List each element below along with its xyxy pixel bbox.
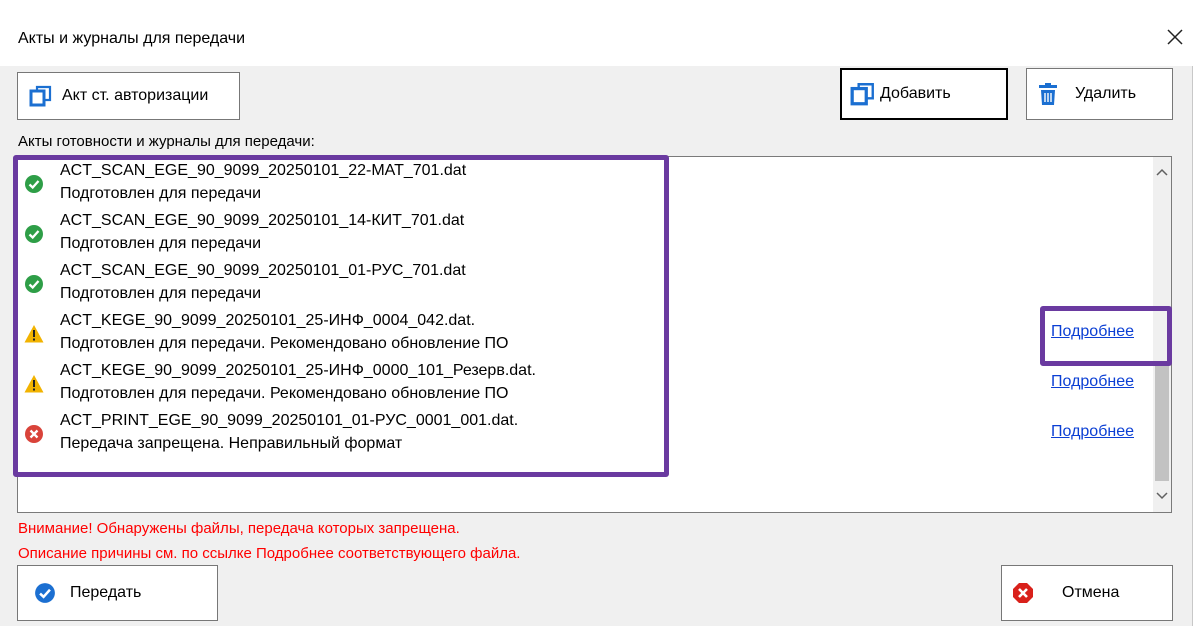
scroll-thumb[interactable] xyxy=(1155,366,1169,481)
file-name: ACT_KEGE_90_9099_20250101_25-ИНФ_0004_04… xyxy=(60,312,476,329)
list-label: Акты готовности и журналы для передачи: xyxy=(18,133,315,150)
dialog-window: Акты и журналы для передачи Акт ст. авто… xyxy=(0,0,1193,626)
list-item[interactable]: ACT_PRINT_EGE_90_9099_20250101_01-РУС_00… xyxy=(20,407,1140,457)
warning-message-line-2: Описание причины см. по ссылке Подробнее… xyxy=(18,545,521,562)
details-link[interactable]: Подробнее xyxy=(1051,323,1134,341)
send-label: Передать xyxy=(70,584,142,601)
file-status: Подготовлен для передачи. Рекомендовано … xyxy=(60,385,509,402)
window-title: Акты и журналы для передачи xyxy=(18,30,246,47)
success-icon xyxy=(24,224,44,244)
cancel-button[interactable]: Отмена xyxy=(1001,565,1173,621)
file-name: ACT_KEGE_90_9099_20250101_25-ИНФ_0000_10… xyxy=(60,362,536,379)
trash-icon xyxy=(1035,81,1061,107)
add-button[interactable]: Добавить xyxy=(840,68,1008,120)
delete-button[interactable]: Удалить xyxy=(1026,68,1173,120)
list-item[interactable]: ACT_SCAN_EGE_90_9099_20250101_14-КИТ_701… xyxy=(20,207,1140,257)
warning-icon xyxy=(24,374,44,394)
details-link[interactable]: Подробнее xyxy=(1051,373,1134,391)
file-list[interactable]: ACT_SCAN_EGE_90_9099_20250101_22-МАТ_701… xyxy=(17,156,1172,513)
file-name: ACT_SCAN_EGE_90_9099_20250101_01-РУС_701… xyxy=(60,262,466,279)
file-name: ACT_SCAN_EGE_90_9099_20250101_22-МАТ_701… xyxy=(60,162,467,179)
stop-icon xyxy=(1010,580,1036,606)
auth-act-button[interactable]: Акт ст. авторизации xyxy=(17,72,240,120)
file-status: Подготовлен для передачи xyxy=(60,185,262,202)
file-status: Подготовлен для передачи xyxy=(60,285,262,302)
title-bar: Акты и журналы для передачи xyxy=(0,0,1193,66)
error-icon xyxy=(24,424,44,444)
success-icon xyxy=(24,174,44,194)
list-item[interactable]: ACT_KEGE_90_9099_20250101_25-ИНФ_0000_10… xyxy=(20,357,1140,407)
copy-window-icon xyxy=(850,81,876,107)
auth-act-label: Акт ст. авторизации xyxy=(62,87,209,104)
checkmark-circle-icon xyxy=(32,580,58,606)
warning-icon xyxy=(24,324,44,344)
delete-label: Удалить xyxy=(1075,85,1137,102)
close-button[interactable] xyxy=(1160,22,1190,52)
list-item[interactable]: ACT_SCAN_EGE_90_9099_20250101_22-МАТ_701… xyxy=(20,157,1140,207)
success-icon xyxy=(24,274,44,294)
close-icon xyxy=(1167,29,1183,45)
list-item[interactable]: ACT_KEGE_90_9099_20250101_25-ИНФ_0004_04… xyxy=(20,307,1140,357)
chevron-down-icon xyxy=(1156,492,1168,500)
scroll-down-button[interactable] xyxy=(1153,487,1171,505)
send-button[interactable]: Передать xyxy=(17,565,218,621)
warning-message-line-1: Внимание! Обнаружены файлы, передача кот… xyxy=(18,520,460,537)
vertical-scrollbar[interactable] xyxy=(1153,157,1171,512)
file-status: Подготовлен для передачи. Рекомендовано … xyxy=(60,335,509,352)
copy-window-icon xyxy=(28,83,54,109)
details-link[interactable]: Подробнее xyxy=(1051,423,1134,441)
file-name: ACT_SCAN_EGE_90_9099_20250101_14-КИТ_701… xyxy=(60,212,465,229)
chevron-up-icon xyxy=(1156,168,1168,176)
list-item[interactable]: ACT_SCAN_EGE_90_9099_20250101_01-РУС_701… xyxy=(20,257,1140,307)
scroll-up-button[interactable] xyxy=(1153,163,1171,181)
file-name: ACT_PRINT_EGE_90_9099_20250101_01-РУС_00… xyxy=(60,412,519,429)
cancel-label: Отмена xyxy=(1062,584,1120,601)
add-label: Добавить xyxy=(880,85,951,102)
file-status: Подготовлен для передачи xyxy=(60,235,262,252)
file-status: Передача запрещена. Неправильный формат xyxy=(60,435,403,452)
